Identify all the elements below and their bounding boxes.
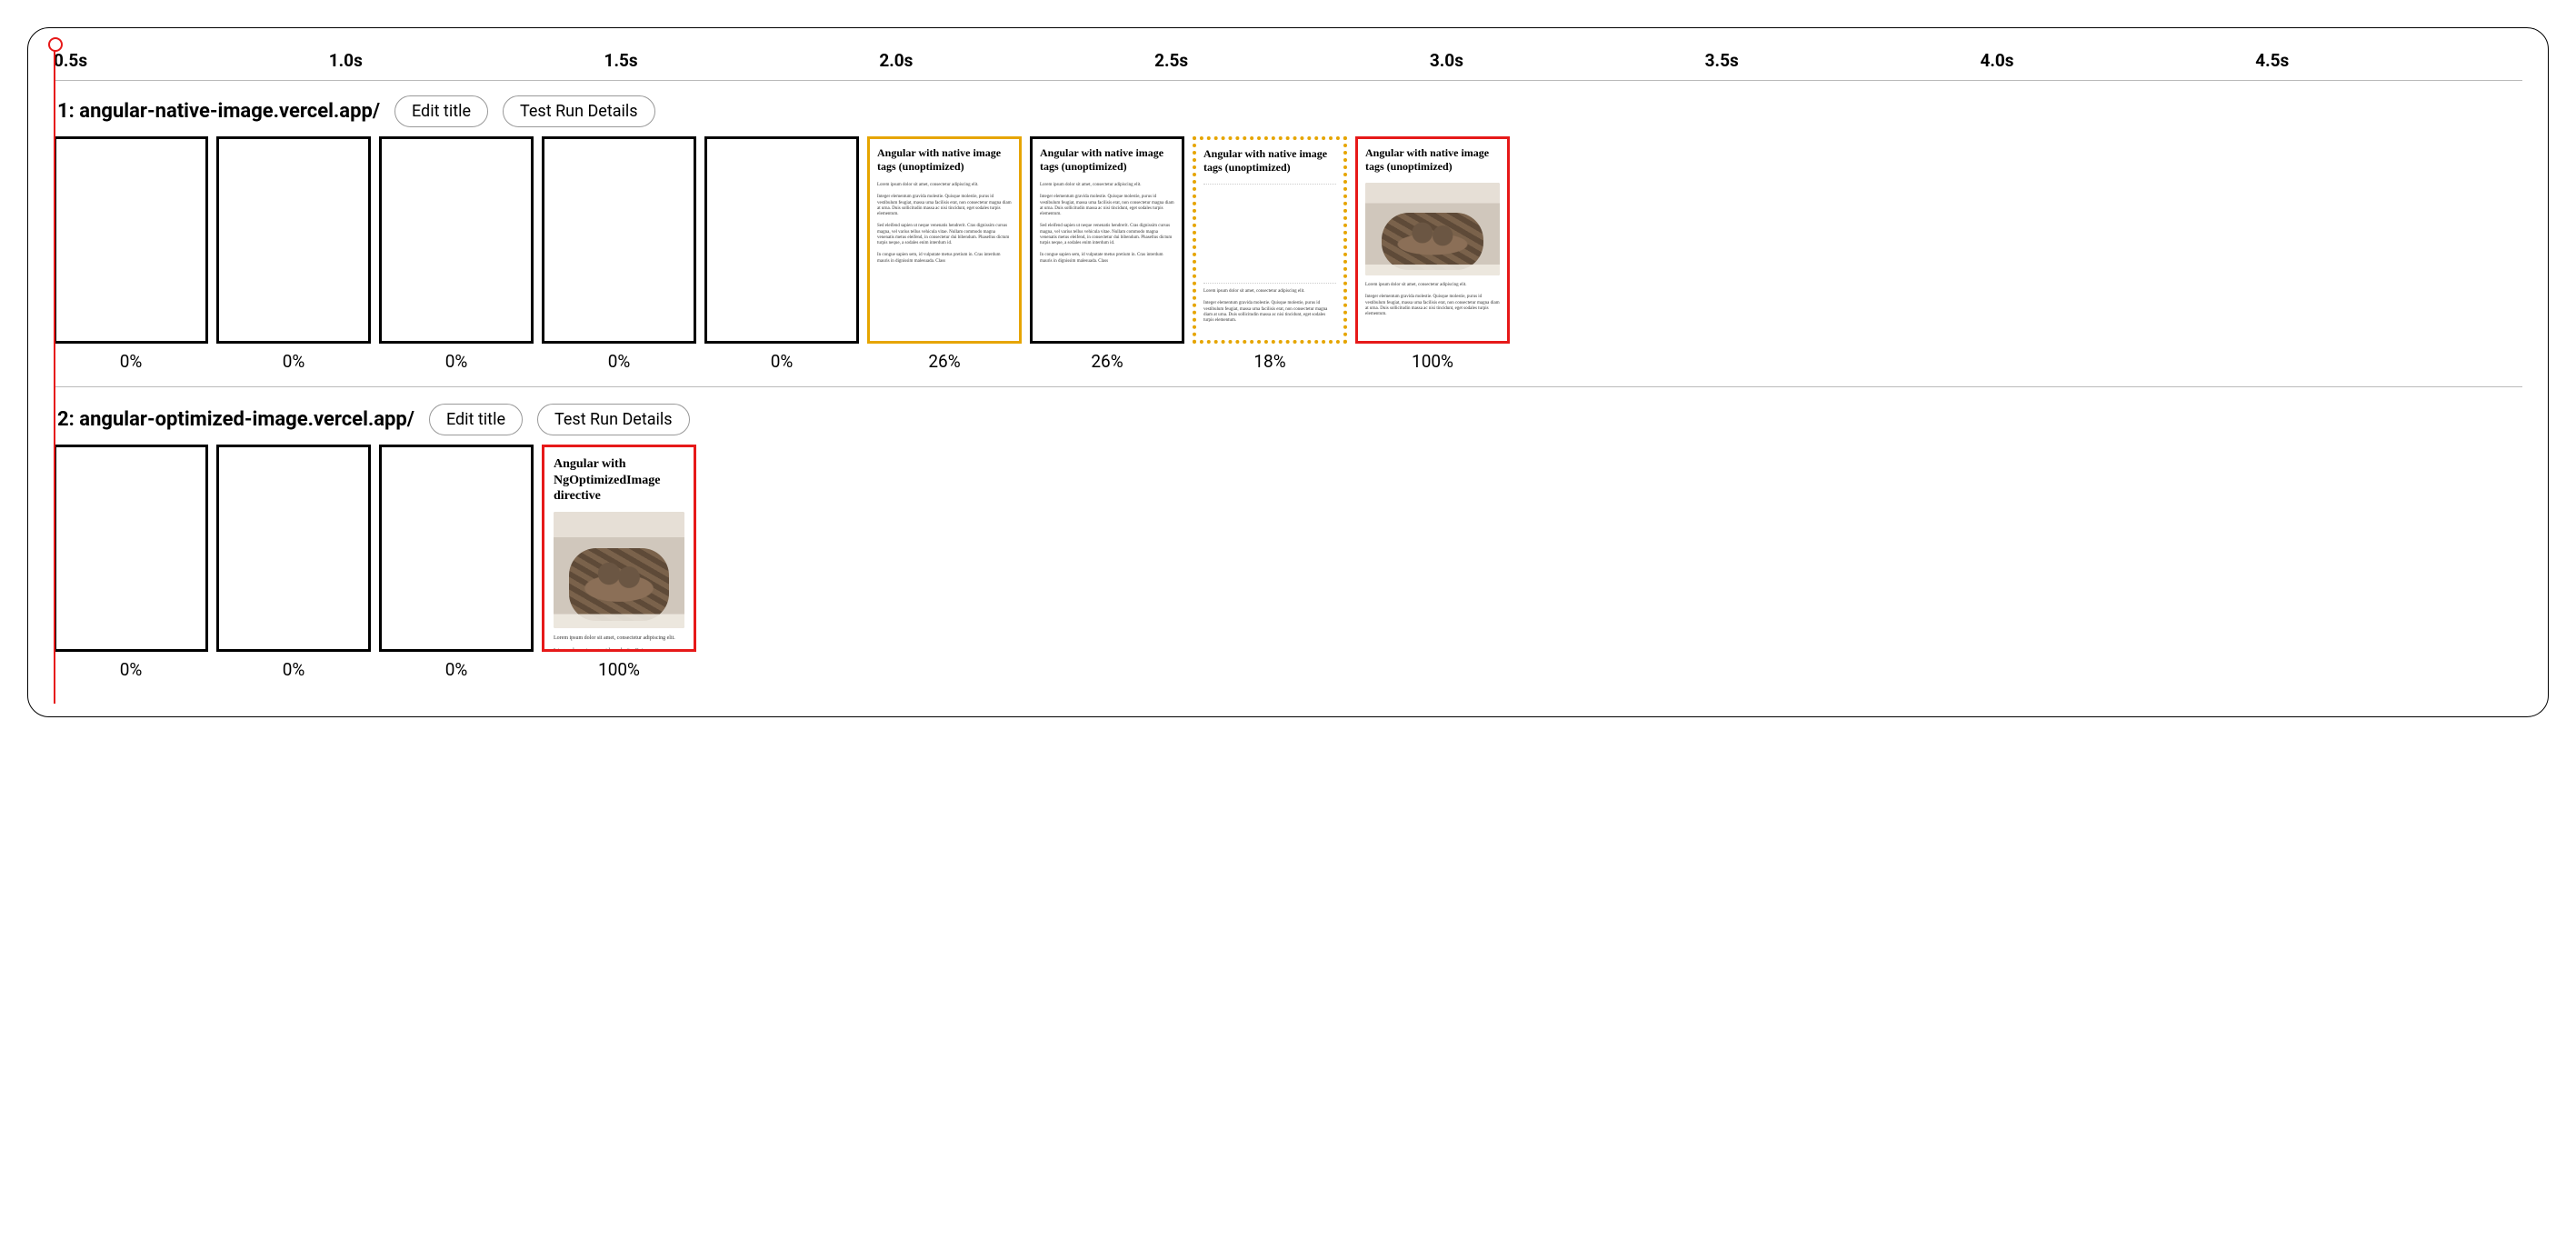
test-header: 1: angular-native-image.vercel.app/ Edit… [57,95,2522,127]
test-url: angular-optimized-image.vercel.app/ [79,408,414,431]
test-run-details-button[interactable]: Test Run Details [537,404,690,435]
test-run-details-button[interactable]: Test Run Details [503,95,655,127]
frame-thumbnail[interactable]: Angular with native image tags (unoptimi… [1355,136,1510,344]
preview-divider [1203,283,1336,284]
visual-complete-pct: 26% [928,351,960,372]
frame-cell: Angular with native image tags (unoptimi… [1030,136,1184,372]
preview-heading: Angular with native image tags (unoptimi… [877,146,1012,174]
visual-complete-pct: 0% [120,659,143,680]
visual-complete-pct: 0% [283,659,305,680]
cat-image-icon [554,512,684,628]
frame-thumbnail[interactable] [542,136,696,344]
preview-paragraph: Integer elementum gravida molestie. Quis… [554,648,684,652]
frame-cell: 0% [216,445,371,680]
time-tick: 4.5s [2255,50,2522,71]
frame-thumbnail[interactable] [379,136,534,344]
frame-thumbnail[interactable]: Angular with native image tags (unoptimi… [1030,136,1184,344]
preview-paragraph: Sed eleifend sapien ut neque venenatis h… [1040,224,1174,246]
timeline-axis: 0.5s 1.0s 1.5s 2.0s 2.5s 3.0s 3.5s 4.0s … [54,39,2522,78]
preview-paragraph: Lorem ipsum dolor sit amet, consectetur … [1040,183,1174,188]
preview-paragraph: Integer elementum gravida molestie. Quis… [1365,295,1500,317]
playhead[interactable] [54,43,55,704]
visual-complete-pct: 0% [771,351,794,372]
cat-image-icon [1365,183,1500,275]
preview-paragraph: Lorem ipsum dolor sit amet, consectetur … [1203,289,1336,295]
frame-cell: Angular with native image tags (unoptimi… [1355,136,1510,372]
test-index: 2 [57,408,69,431]
visual-complete-pct: 0% [445,659,468,680]
time-tick: 2.5s [1154,50,1422,71]
preview-divider [1203,184,1336,185]
preview-paragraph: Lorem ipsum dolor sit amet, consectetur … [554,635,684,643]
test-header: 2: angular-optimized-image.vercel.app/ E… [57,404,2522,435]
preview-paragraph: Integer elementum gravida molestie. Quis… [1203,301,1336,324]
time-tick: 3.0s [1430,50,1697,71]
edit-title-button[interactable]: Edit title [394,95,488,127]
time-tick: 3.5s [1705,50,1972,71]
preview-paragraph: Lorem ipsum dolor sit amet, consectetur … [1365,283,1500,288]
frame-thumbnail[interactable] [379,445,534,652]
page-preview: Angular with native image tags (unoptimi… [1196,140,1343,324]
preview-paragraph: Integer elementum gravida molestie. Quis… [1040,195,1174,217]
frame-cell: 0% [216,136,371,372]
test-block-2: 2: angular-optimized-image.vercel.app/ E… [54,404,2522,684]
time-tick: 2.0s [879,50,1146,71]
frame-thumbnail[interactable] [54,136,208,344]
edit-title-button[interactable]: Edit title [429,404,523,435]
frame-cell: 0% [379,445,534,680]
frame-thumbnail[interactable] [704,136,859,344]
test-index: 1 [57,100,69,123]
frame-thumbnail[interactable]: Angular with native image tags (unoptimi… [1193,136,1347,344]
filmstrip-row: 0% 0% 0% Angular with NgOptimizedImage d… [54,445,2522,684]
visual-complete-pct: 0% [283,351,305,372]
page-preview: Angular with native image tags (unoptimi… [870,139,1019,265]
preview-paragraph: Sed eleifend sapien ut neque venenatis h… [877,224,1012,246]
visual-complete-pct: 100% [598,659,640,680]
preview-heading: Angular with NgOptimizedImage directive [554,456,684,505]
frame-cell: 0% [542,136,696,372]
time-tick: 0.5s [54,50,321,71]
preview-paragraph: In congue sapien sem, id vulputate metus… [877,253,1012,265]
test-url: angular-native-image.vercel.app/ [79,100,380,123]
frame-thumbnail[interactable]: Angular with NgOptimizedImage directive … [542,445,696,652]
preview-paragraph: Integer elementum gravida molestie. Quis… [877,195,1012,217]
visual-complete-pct: 18% [1253,351,1285,372]
visual-complete-pct: 100% [1412,351,1453,372]
filmstrip-panel: 0.5s 1.0s 1.5s 2.0s 2.5s 3.0s 3.5s 4.0s … [27,27,2549,717]
frame-thumbnail[interactable] [216,136,371,344]
frame-thumbnail[interactable] [216,445,371,652]
preview-heading: Angular with native image tags (unoptimi… [1040,146,1174,174]
page-preview: Angular with NgOptimizedImage directive … [544,447,694,652]
test-title: 1: angular-native-image.vercel.app/ [57,100,380,123]
preview-paragraph: Lorem ipsum dolor sit amet, consectetur … [877,183,1012,188]
preview-heading: Angular with native image tags (unoptimi… [1203,147,1336,175]
visual-complete-pct: 0% [608,351,631,372]
test-block-1: 1: angular-native-image.vercel.app/ Edit… [54,95,2522,375]
preview-paragraph: In congue sapien sem, id vulputate metus… [1040,253,1174,265]
time-tick: 4.0s [1980,50,2247,71]
visual-complete-pct: 0% [120,351,143,372]
frame-thumbnail[interactable] [54,445,208,652]
frame-thumbnail[interactable]: Angular with native image tags (unoptimi… [867,136,1022,344]
frame-cell: Angular with native image tags (unoptimi… [1193,136,1347,372]
filmstrip-row: 0% 0% 0% 0% 0% Angular with na [54,136,2522,375]
frame-cell: 0% [54,445,208,680]
frame-cell: 0% [379,136,534,372]
axis-divider [54,80,2522,81]
frame-cell: 0% [54,136,208,372]
visual-complete-pct: 26% [1091,351,1123,372]
visual-complete-pct: 0% [445,351,468,372]
page-preview: Angular with native image tags (unoptimi… [1033,139,1182,265]
row-divider [54,386,2522,387]
test-title: 2: angular-optimized-image.vercel.app/ [57,408,414,431]
preview-heading: Angular with native image tags (unoptimi… [1365,146,1500,174]
frame-cell: Angular with NgOptimizedImage directive … [542,445,696,680]
time-tick: 1.5s [604,50,872,71]
frame-cell: Angular with native image tags (unoptimi… [867,136,1022,372]
time-tick: 1.0s [329,50,596,71]
page-preview: Angular with native image tags (unoptimi… [1358,139,1507,317]
frame-cell: 0% [704,136,859,372]
